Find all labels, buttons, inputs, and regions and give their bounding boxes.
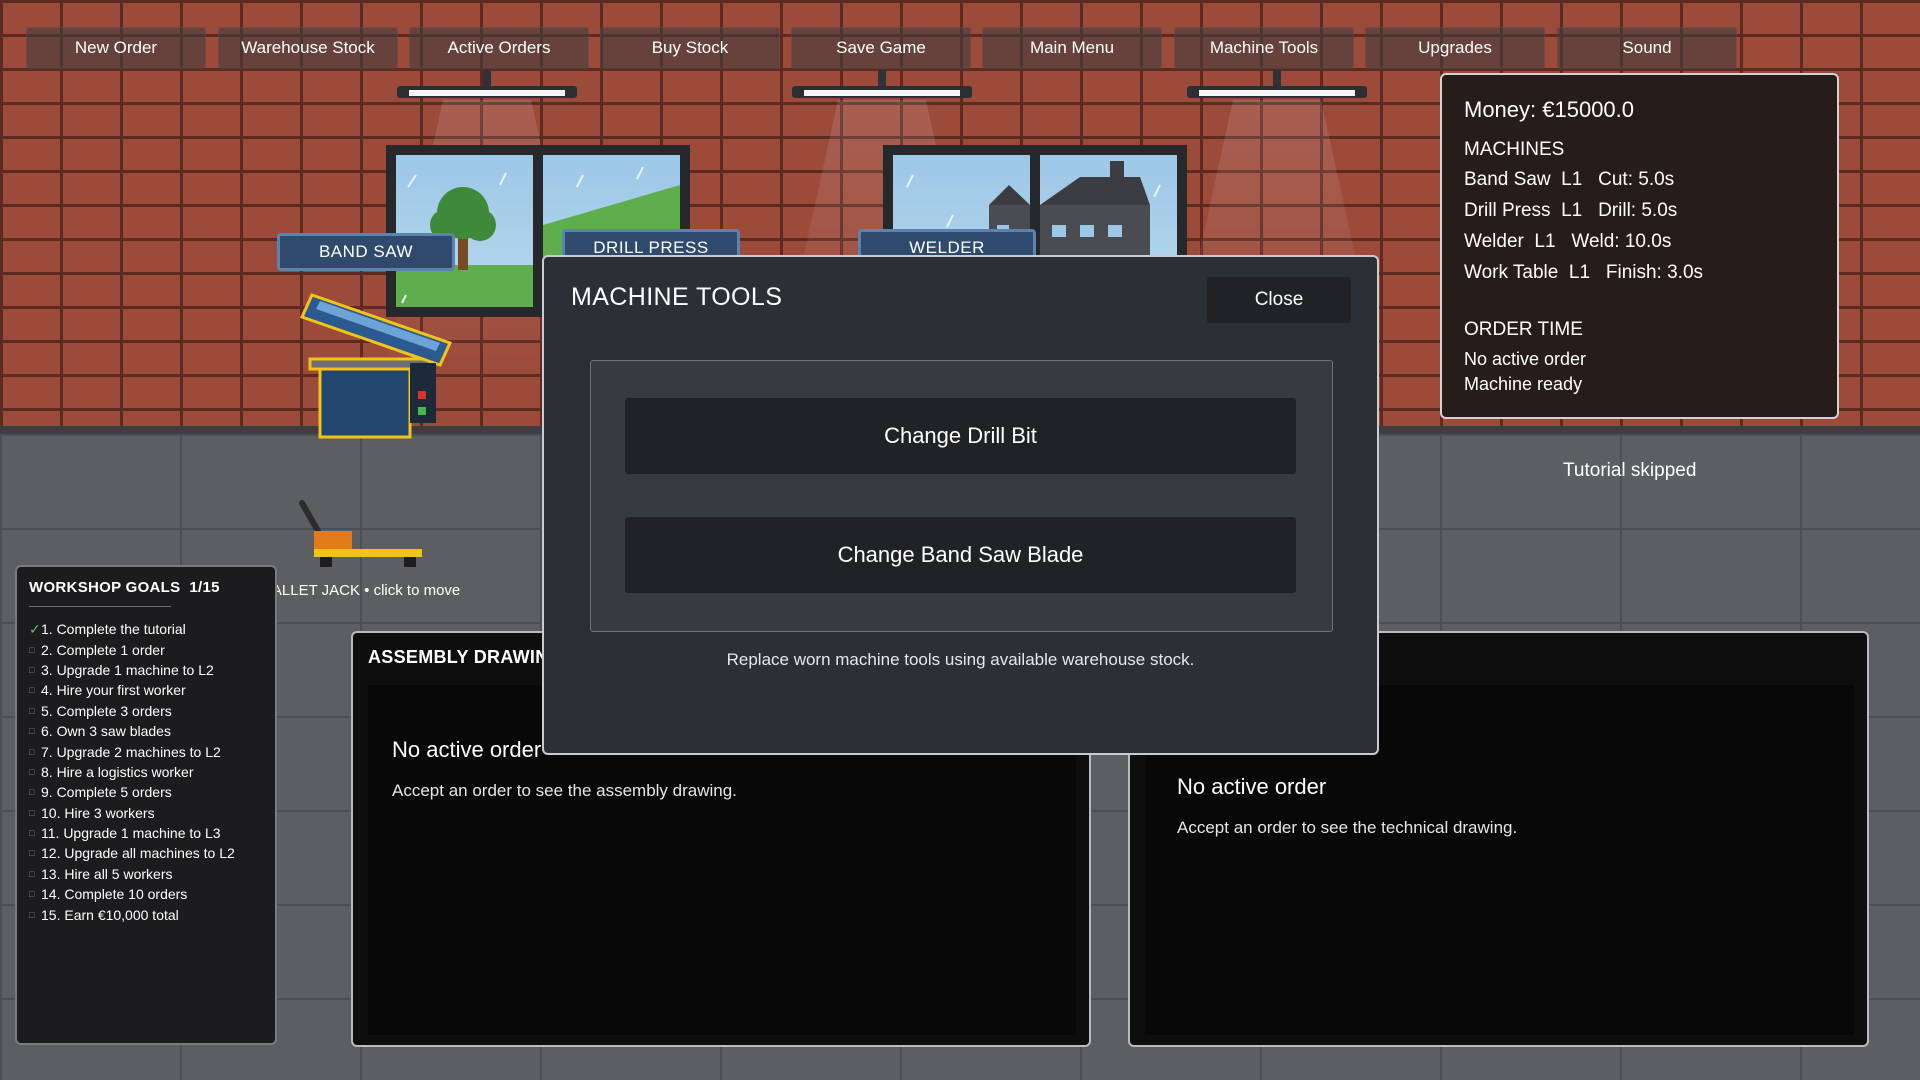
machine-tools-dialog: MACHINE TOOLS Close Change Drill Bit Cha…	[542, 255, 1379, 755]
goal-item: □ 9. Complete 5 orders	[29, 782, 263, 802]
goal-label: 14. Complete 10 orders	[41, 886, 188, 903]
goal-label: 15. Earn €10,000 total	[41, 906, 179, 923]
goal-label: 7. Upgrade 2 machines to L2	[41, 743, 221, 760]
goal-label: 12. Upgrade all machines to L2	[41, 845, 235, 862]
goal-item: □ 11. Upgrade 1 machine to L3	[29, 823, 263, 843]
check-icon: ✓	[29, 620, 41, 637]
sound-button[interactable]: Sound	[1557, 27, 1737, 69]
stats-panel: Money: €15000.0 MACHINES Band Saw L1 Cut…	[1440, 73, 1839, 419]
square-icon: □	[29, 868, 35, 879]
goal-label: 8. Hire a logistics worker	[41, 763, 194, 780]
goal-item: □ 4. Hire your first worker	[29, 680, 263, 700]
ceiling-lamp	[792, 70, 972, 100]
ceiling-lamp	[1187, 70, 1367, 100]
goal-label: 9. Complete 5 orders	[41, 784, 172, 801]
assembly-empty-text: Accept an order to see the assembly draw…	[392, 781, 737, 800]
square-icon: □	[29, 644, 35, 655]
goal-label: 1. Complete the tutorial	[41, 621, 186, 638]
tool-actions-box: Change Drill Bit Change Band Saw Blade	[590, 360, 1333, 632]
new-order-button[interactable]: New Order	[26, 27, 206, 69]
save-game-button[interactable]: Save Game	[791, 27, 971, 69]
goal-label: 4. Hire your first worker	[41, 682, 186, 699]
square-icon: □	[29, 726, 35, 737]
square-icon: □	[29, 909, 35, 920]
money-readout: Money: €15000.0	[1464, 97, 1635, 122]
pallet-jack-label: PALLET JACK • click to move	[263, 582, 461, 599]
technical-empty-text: Accept an order to see the technical dra…	[1177, 818, 1518, 837]
goal-item: □ 8. Hire a logistics worker	[29, 762, 263, 782]
ceiling-lamp	[397, 70, 577, 100]
active-orders-button[interactable]: Active Orders	[409, 27, 589, 69]
order-time-heading: ORDER TIME	[1464, 319, 1583, 340]
goal-label: 2. Complete 1 order	[41, 641, 165, 658]
square-icon: □	[29, 787, 35, 798]
square-icon: □	[29, 746, 35, 757]
goal-label: 13. Hire all 5 workers	[41, 865, 173, 882]
goal-item: □ 10. Hire 3 workers	[29, 803, 263, 823]
machine-stat-band-saw: Band Saw L1 Cut: 5.0s	[1464, 169, 1675, 190]
order-status: No active order	[1464, 349, 1587, 369]
band-saw-machine[interactable]	[290, 283, 460, 443]
goal-label: 11. Upgrade 1 machine to L3	[41, 825, 221, 842]
square-icon: □	[29, 848, 35, 859]
change-drill-bit-button[interactable]: Change Drill Bit	[625, 398, 1296, 474]
technical-empty-title: No active order	[1177, 774, 1327, 799]
machine-status: Machine ready	[1464, 374, 1583, 394]
square-icon: □	[29, 889, 35, 900]
assembly-panel-title: ASSEMBLY DRAWIN	[368, 647, 549, 667]
machine-stat-work-table: Work Table L1 Finish: 3.0s	[1464, 262, 1704, 283]
square-icon: □	[29, 766, 35, 777]
square-icon: □	[29, 807, 35, 818]
goal-item: □ 3. Upgrade 1 machine to L2	[29, 660, 263, 680]
machine-tools-button[interactable]: Machine Tools	[1174, 27, 1354, 69]
goal-item: □ 7. Upgrade 2 machines to L2	[29, 741, 263, 761]
change-band-saw-blade-button[interactable]: Change Band Saw Blade	[625, 517, 1296, 593]
assembly-empty-title: No active order	[392, 737, 542, 762]
goal-item: □ 12. Upgrade all machines to L2	[29, 843, 263, 863]
square-icon: □	[29, 664, 35, 675]
close-button[interactable]: Close	[1207, 277, 1351, 323]
tutorial-status: Tutorial skipped	[1563, 460, 1697, 481]
square-icon: □	[29, 828, 35, 839]
goals-title: WORKSHOP GOALS 1/15	[29, 579, 220, 596]
square-icon: □	[29, 705, 35, 716]
machines-heading: MACHINES	[1464, 139, 1565, 160]
dialog-hint: Replace worn machine tools using availab…	[726, 650, 1195, 669]
goals-list: ✓ 1. Complete the tutorial □ 2. Complete 1 …	[29, 619, 263, 925]
goal-label: 3. Upgrade 1 machine to L2	[41, 661, 214, 678]
dialog-title: MACHINE TOOLS	[571, 283, 783, 311]
goal-label: 10. Hire 3 workers	[41, 804, 155, 821]
goal-item: □ 2. Complete 1 order	[29, 639, 263, 659]
goal-item: □ 14. Complete 10 orders	[29, 884, 263, 904]
upgrades-button[interactable]: Upgrades	[1365, 27, 1545, 69]
goal-item: □ 6. Own 3 saw blades	[29, 721, 263, 741]
goal-label: 5. Complete 3 orders	[41, 702, 172, 719]
goals-divider	[29, 606, 171, 607]
square-icon: □	[29, 685, 35, 696]
pallet-jack[interactable]	[290, 495, 430, 575]
main-menu-button[interactable]: Main Menu	[982, 27, 1162, 69]
goal-label: 6. Own 3 saw blades	[41, 723, 171, 740]
workshop-goals-panel: WORKSHOP GOALS 1/15 ✓ 1. Complete the tut…	[15, 565, 277, 1045]
goal-item: □ 15. Earn €10,000 total	[29, 904, 263, 924]
warehouse-stock-button[interactable]: Warehouse Stock	[218, 27, 398, 69]
machine-stat-welder: Welder L1 Weld: 10.0s	[1464, 231, 1672, 252]
goal-item: □ 13. Hire all 5 workers	[29, 864, 263, 884]
machine-stat-drill-press: Drill Press L1 Drill: 5.0s	[1464, 200, 1678, 221]
goal-item: ✓ 1. Complete the tutorial	[29, 619, 263, 639]
buy-stock-button[interactable]: Buy Stock	[600, 27, 780, 69]
goal-item: □ 5. Complete 3 orders	[29, 701, 263, 721]
band-saw-sign: BAND SAW	[277, 233, 455, 271]
